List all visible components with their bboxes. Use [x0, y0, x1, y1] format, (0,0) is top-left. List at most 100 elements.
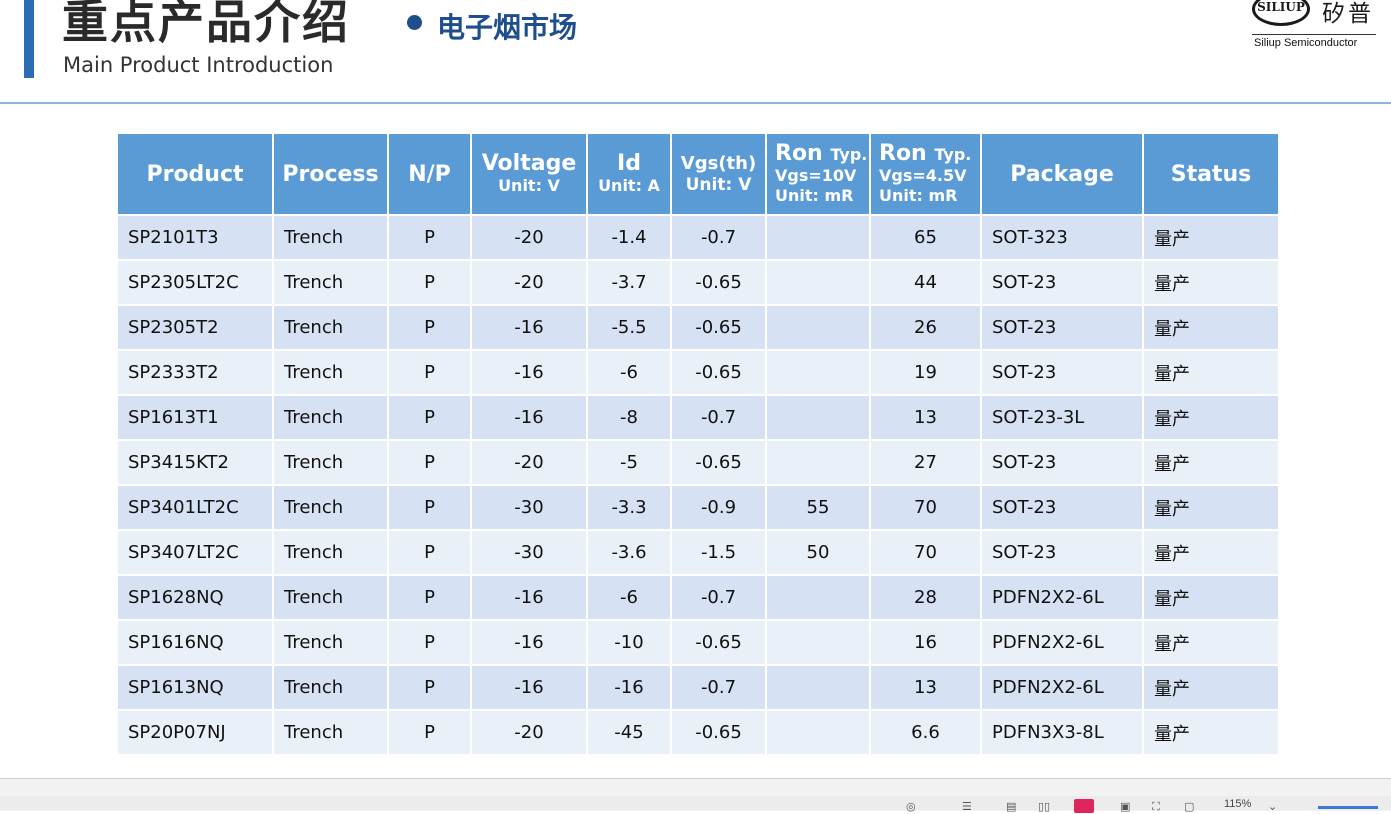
- cell-ron-45v: 27: [871, 441, 980, 484]
- cell-ron-10v: [767, 261, 869, 304]
- col-header-id[interactable]: Id Unit: A: [588, 134, 670, 214]
- slideshow-play-icon[interactable]: [1074, 799, 1094, 813]
- cell-status: 量产: [1144, 531, 1278, 574]
- cell-np: P: [389, 261, 470, 304]
- cell-status: 量产: [1144, 666, 1278, 709]
- cell-ron-10v: [767, 666, 869, 709]
- presenter-icon[interactable]: ▢: [1184, 800, 1194, 813]
- cell-ron-45v: 28: [871, 576, 980, 619]
- cell-np: P: [389, 666, 470, 709]
- notes-icon[interactable]: ☰: [962, 800, 972, 813]
- cell-process: Trench: [274, 396, 387, 439]
- cell-vgsth: -0.65: [672, 261, 765, 304]
- reading-view-icon[interactable]: ▯▯: [1038, 800, 1050, 813]
- slide-sorter-icon[interactable]: ▣: [1120, 800, 1130, 813]
- table-row: SP3401LT2C Trench P -30 -3.3 -0.9 55 70 SOT-23 量产: [118, 486, 1278, 529]
- col-header-np[interactable]: N/P: [389, 134, 470, 214]
- col-header-ron-45v[interactable]: Ron Typ. Vgs=4.5V Unit: mR: [871, 134, 980, 214]
- cell-ron-45v: 26: [871, 306, 980, 349]
- cell-process: Trench: [274, 216, 387, 259]
- cell-package: SOT-23: [982, 441, 1142, 484]
- table-body: SP2101T3 Trench P -20 -1.4 -0.7 65 SOT-323 量产 SP2…: [118, 216, 1278, 754]
- cell-process: Trench: [274, 576, 387, 619]
- table-row: SP3407LT2C Trench P -30 -3.6 -1.5 50 70 SOT-23 量产: [118, 531, 1278, 574]
- cell-process: Trench: [274, 306, 387, 349]
- title-accent-bar: [24, 0, 34, 78]
- cell-ron-10v: [767, 216, 869, 259]
- cell-ron-45v: 65: [871, 216, 980, 259]
- bullet-dot-icon: [407, 15, 422, 30]
- col-header-vgsth[interactable]: Vgs(th) Unit: V: [672, 134, 765, 214]
- cell-np: P: [389, 576, 470, 619]
- cell-vgsth: -1.5: [672, 531, 765, 574]
- cell-product: SP20P07NJ: [118, 711, 272, 754]
- cell-status: 量产: [1144, 396, 1278, 439]
- cell-np: P: [389, 531, 470, 574]
- zoom-level[interactable]: 115%: [1224, 798, 1251, 810]
- cell-process: Trench: [274, 621, 387, 664]
- cell-ron-10v: 50: [767, 531, 869, 574]
- cell-status: 量产: [1144, 306, 1278, 349]
- cell-vgsth: -0.65: [672, 351, 765, 394]
- cell-ron-45v: 70: [871, 531, 980, 574]
- cell-voltage: -20: [472, 216, 586, 259]
- cell-package: PDFN2X2-6L: [982, 576, 1142, 619]
- cell-package: PDFN2X2-6L: [982, 666, 1142, 709]
- cell-process: Trench: [274, 261, 387, 304]
- cell-voltage: -16: [472, 666, 586, 709]
- cell-id: -1.4: [588, 216, 670, 259]
- col-header-package[interactable]: Package: [982, 134, 1142, 214]
- zoom-dropdown-icon[interactable]: ⌄: [1268, 800, 1277, 813]
- col-header-ron-10v[interactable]: Ron Typ. Vgs=10V Unit: mR: [767, 134, 869, 214]
- product-table-container: Product Process N/P Voltage Unit: V Id U…: [118, 134, 1278, 754]
- cell-np: P: [389, 711, 470, 754]
- cell-vgsth: -0.65: [672, 621, 765, 664]
- cell-id: -8: [588, 396, 670, 439]
- cell-ron-10v: [767, 306, 869, 349]
- accessibility-icon[interactable]: ◎: [906, 800, 916, 813]
- cell-id: -5: [588, 441, 670, 484]
- table-row: SP2305T2 Trench P -16 -5.5 -0.65 26 SOT-23 量产: [118, 306, 1278, 349]
- cell-process: Trench: [274, 666, 387, 709]
- col-header-id-unit: Unit: A: [598, 176, 660, 195]
- cell-vgsth: -0.65: [672, 441, 765, 484]
- table-row: SP1628NQ Trench P -16 -6 -0.7 28 PDFN2X2-6L 量产: [118, 576, 1278, 619]
- cell-product: SP3415KT2: [118, 441, 272, 484]
- cell-status: 量产: [1144, 351, 1278, 394]
- normal-view-icon[interactable]: ▤: [1006, 800, 1016, 813]
- cell-voltage: -30: [472, 486, 586, 529]
- cell-status: 量产: [1144, 711, 1278, 754]
- cell-ron-45v: 13: [871, 666, 980, 709]
- cell-np: P: [389, 306, 470, 349]
- col-header-ron-45v-typ: Typ.: [934, 144, 972, 164]
- cell-product: SP2305T2: [118, 306, 272, 349]
- cell-package: SOT-23: [982, 531, 1142, 574]
- cell-product: SP1613NQ: [118, 666, 272, 709]
- table-row: SP2333T2 Trench P -16 -6 -0.65 19 SOT-23 量产: [118, 351, 1278, 394]
- logo-brand: SILIUP: [1257, 0, 1305, 14]
- cell-package: SOT-323: [982, 216, 1142, 259]
- col-header-process[interactable]: Process: [274, 134, 387, 214]
- cell-vgsth: -0.65: [672, 711, 765, 754]
- cell-package: PDFN2X2-6L: [982, 621, 1142, 664]
- table-row: SP2101T3 Trench P -20 -1.4 -0.7 65 SOT-323 量产: [118, 216, 1278, 259]
- fit-slide-icon[interactable]: ⛶: [1152, 800, 1160, 814]
- zoom-slider[interactable]: [1318, 806, 1378, 809]
- cell-package: SOT-23-3L: [982, 396, 1142, 439]
- col-header-product[interactable]: Product: [118, 134, 272, 214]
- cell-status: 量产: [1144, 621, 1278, 664]
- logo-company-name: Siliup Semiconductor: [1254, 37, 1358, 49]
- cell-id: -3.6: [588, 531, 670, 574]
- cell-status: 量产: [1144, 441, 1278, 484]
- col-header-voltage-label: Voltage: [481, 151, 577, 176]
- col-header-voltage[interactable]: Voltage Unit: V: [472, 134, 586, 214]
- cell-vgsth: -0.9: [672, 486, 765, 529]
- col-header-ron-10v-unit: Unit: mR: [775, 185, 854, 205]
- page-title-en: Main Product Introduction: [63, 53, 334, 77]
- cell-ron-45v: 44: [871, 261, 980, 304]
- col-header-id-label: Id: [617, 151, 641, 176]
- cell-vgsth: -0.7: [672, 666, 765, 709]
- cell-np: P: [389, 486, 470, 529]
- cell-vgsth: -0.7: [672, 396, 765, 439]
- col-header-status[interactable]: Status: [1144, 134, 1278, 214]
